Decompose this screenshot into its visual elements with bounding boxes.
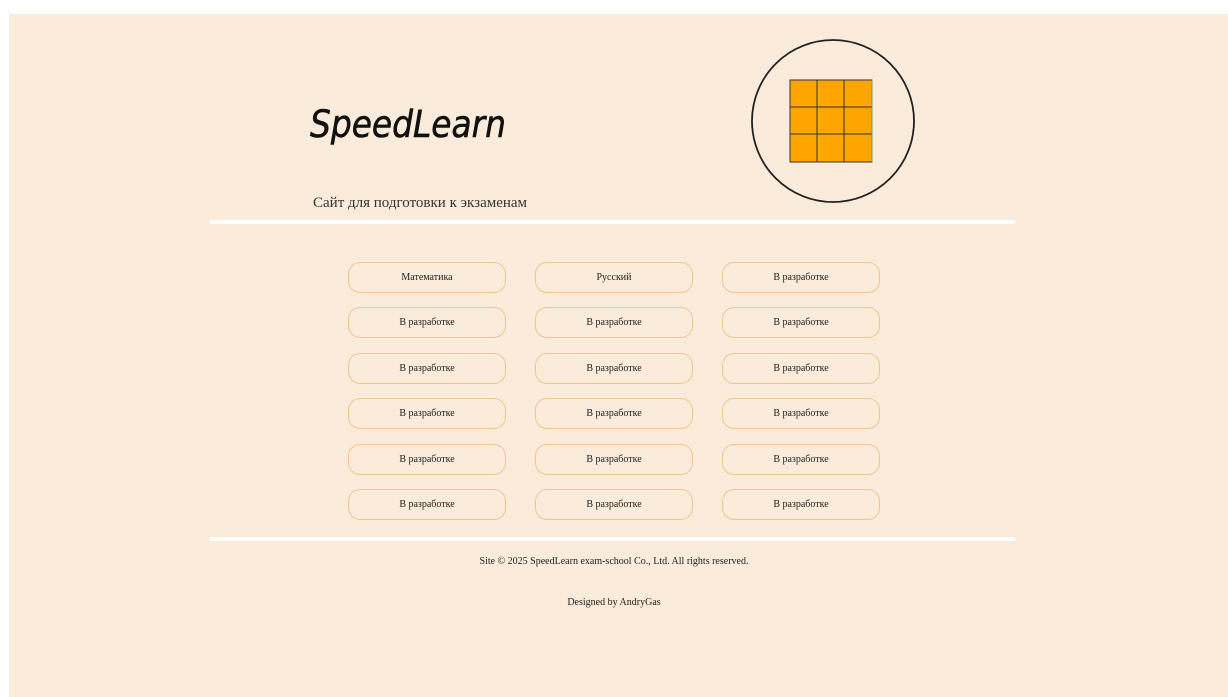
subject-button[interactable]: В разработке: [722, 398, 880, 429]
copyright-text: Site © 2025 SpeedLearn exam-school Co., …: [479, 556, 749, 567]
footer-divider: [210, 537, 1015, 541]
subject-button[interactable]: В разработке: [348, 444, 506, 475]
header-divider: [210, 220, 1015, 224]
subject-button[interactable]: В разработке: [722, 307, 880, 338]
subject-button[interactable]: В разработке: [348, 307, 506, 338]
subject-button[interactable]: В разработке: [535, 444, 693, 475]
subject-button[interactable]: В разработке: [535, 489, 693, 520]
cube-grid-icon: [751, 39, 915, 203]
subject-button[interactable]: В разработке: [535, 398, 693, 429]
subject-button[interactable]: Математика: [348, 262, 506, 293]
subject-button[interactable]: В разработке: [722, 353, 880, 384]
subject-button[interactable]: В разработке: [722, 489, 880, 520]
subject-button[interactable]: В разработке: [348, 353, 506, 384]
speedlearn-logo: SpeedLearn: [310, 103, 507, 147]
subject-button[interactable]: В разработке: [535, 353, 693, 384]
designer-credit: Designed by AndryGas: [567, 597, 661, 608]
subject-button[interactable]: В разработке: [722, 444, 880, 475]
subject-button[interactable]: В разработке: [348, 398, 506, 429]
subject-button[interactable]: В разработке: [348, 489, 506, 520]
logo-text: SpeedLearn: [310, 103, 506, 146]
subject-button[interactable]: В разработке: [535, 307, 693, 338]
site-subtitle: Сайт для подготовки к экзаменам: [313, 195, 528, 211]
subject-button[interactable]: В разработке: [722, 262, 880, 293]
subject-button[interactable]: Русский: [535, 262, 693, 293]
